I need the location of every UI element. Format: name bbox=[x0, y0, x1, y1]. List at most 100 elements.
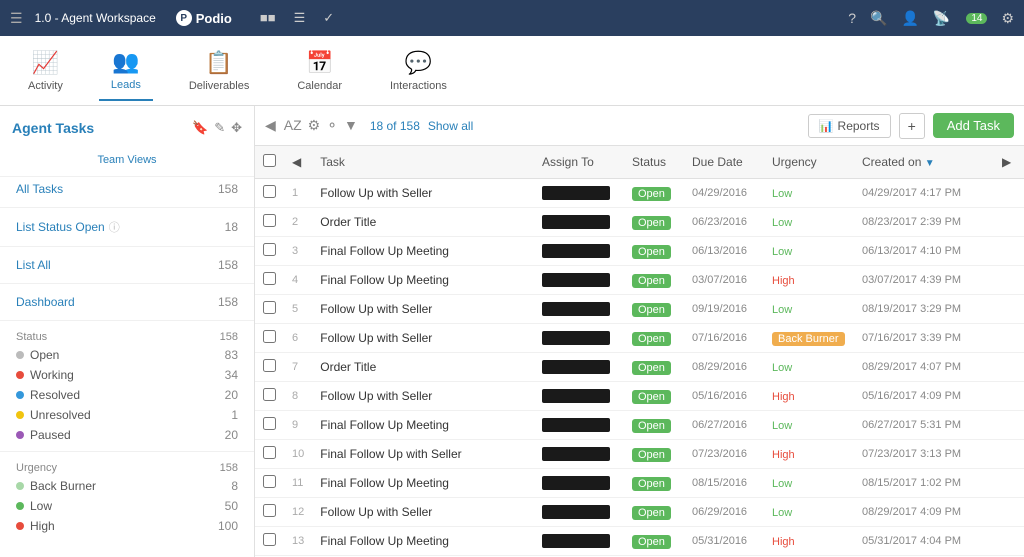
show-all-link[interactable]: Show all bbox=[428, 119, 473, 133]
row-task[interactable]: Final Follow Up Meeting bbox=[312, 266, 534, 295]
row-checkbox[interactable] bbox=[263, 504, 276, 517]
th-prev[interactable]: ◀ bbox=[284, 146, 312, 179]
nav-icon-check[interactable]: ✓ bbox=[323, 10, 334, 26]
nav-activity[interactable]: 📈 Activity bbox=[16, 42, 75, 100]
th-task[interactable]: Task bbox=[312, 146, 534, 179]
reports-icon: 📊 bbox=[819, 119, 834, 133]
row-task[interactable]: Final Follow Up Meeting bbox=[312, 527, 534, 556]
sidebar-edit-icon[interactable]: ✎ bbox=[214, 120, 225, 136]
notif-count[interactable]: 14 bbox=[966, 13, 987, 24]
row-task[interactable]: Order Title bbox=[312, 208, 534, 237]
status-unresolved-item[interactable]: Unresolved 1 bbox=[0, 405, 254, 425]
row-task[interactable]: Follow Up with Seller bbox=[312, 179, 534, 208]
filter-icon[interactable]: ⚬ bbox=[326, 117, 338, 134]
assign-bar bbox=[542, 447, 610, 461]
nav-calendar[interactable]: 📅 Calendar bbox=[285, 42, 354, 100]
row-checkbox[interactable] bbox=[263, 359, 276, 372]
help-icon[interactable]: ? bbox=[848, 10, 856, 26]
sidebar-expand-icon[interactable]: ✥ bbox=[231, 120, 242, 136]
row-task[interactable]: Order Title bbox=[312, 353, 534, 382]
low-count: 50 bbox=[225, 499, 238, 513]
urgency-low-item[interactable]: Low 50 bbox=[0, 496, 254, 516]
row-checkbox[interactable] bbox=[263, 214, 276, 227]
filter2-icon[interactable]: ▼ bbox=[344, 117, 358, 134]
prev-icon[interactable]: ◀ bbox=[292, 155, 301, 169]
sidebar-item-dashboard[interactable]: Dashboard 158 bbox=[0, 290, 254, 314]
reports-button[interactable]: 📊 Reports bbox=[808, 114, 891, 138]
nav-interactions[interactable]: 💬 Interactions bbox=[378, 42, 459, 100]
row-checkbox[interactable] bbox=[263, 301, 276, 314]
th-urgency[interactable]: Urgency bbox=[764, 146, 854, 179]
row-checkbox[interactable] bbox=[263, 330, 276, 343]
high-count: 100 bbox=[218, 519, 238, 533]
row-task[interactable]: Follow Up with Seller bbox=[312, 382, 534, 411]
sidebar-item-list-status-open[interactable]: List Status Open ⓘ 18 bbox=[0, 214, 254, 240]
row-urgency: Low bbox=[764, 295, 854, 324]
sidebar-item-all-tasks[interactable]: All Tasks 158 bbox=[0, 177, 254, 201]
row-task[interactable]: Follow Up with Seller bbox=[312, 295, 534, 324]
row-checkbox[interactable] bbox=[263, 475, 276, 488]
row-task[interactable]: Final Follow Up with Seller bbox=[312, 440, 534, 469]
add-task-button[interactable]: Add Task bbox=[933, 113, 1014, 138]
row-assign bbox=[534, 208, 624, 237]
row-checkbox[interactable] bbox=[263, 185, 276, 198]
th-created-on[interactable]: Created on ▼ bbox=[854, 146, 994, 179]
sort-az-icon[interactable]: AZ bbox=[284, 117, 302, 134]
status-working-item[interactable]: Working 34 bbox=[0, 365, 254, 385]
row-num: 4 bbox=[284, 266, 312, 295]
search-icon[interactable]: 🔍 bbox=[870, 10, 887, 27]
row-check-cell bbox=[255, 382, 284, 411]
content-toolbar: ◀ AZ ⚙ ⚬ ▼ 18 of 158 Show all 📊 Reports … bbox=[255, 106, 1024, 146]
urgency-backburner-item[interactable]: Back Burner 8 bbox=[0, 476, 254, 496]
status-group-count: 158 bbox=[220, 331, 238, 343]
table-row: 3 Final Follow Up Meeting Open 06/13/201… bbox=[255, 237, 1024, 266]
row-assign bbox=[534, 353, 624, 382]
podio-label: Podio bbox=[196, 11, 232, 26]
th-due-date[interactable]: Due Date bbox=[684, 146, 764, 179]
settings-gear-icon[interactable]: ⚙ bbox=[308, 117, 321, 134]
status-open-badge: Open bbox=[632, 332, 671, 346]
user-icon[interactable]: 👤 bbox=[901, 10, 918, 27]
sidebar-bookmark-icon[interactable]: 🔖 bbox=[192, 120, 208, 136]
settings-icon[interactable]: ⚙ bbox=[1001, 10, 1014, 27]
row-task[interactable]: Final Follow Up Meeting bbox=[312, 237, 534, 266]
row-task[interactable]: Final Follow Up Meeting bbox=[312, 411, 534, 440]
row-actions bbox=[994, 353, 1024, 382]
divider-3 bbox=[0, 283, 254, 284]
status-resolved-item[interactable]: Resolved 20 bbox=[0, 385, 254, 405]
hamburger-icon[interactable]: ☰ bbox=[10, 10, 23, 27]
nav-leads-label: Leads bbox=[111, 79, 141, 91]
row-checkbox[interactable] bbox=[263, 446, 276, 459]
nav-icon-list[interactable]: ☰ bbox=[294, 10, 306, 26]
row-task[interactable]: Follow Up with Seller bbox=[312, 498, 534, 527]
urgency-high-item[interactable]: High 100 bbox=[0, 516, 254, 536]
collapse-sidebar-icon[interactable]: ◀ bbox=[265, 117, 276, 134]
assign-bar bbox=[542, 331, 610, 345]
row-due-date: 08/15/2016 bbox=[684, 469, 764, 498]
th-status[interactable]: Status bbox=[624, 146, 684, 179]
divider-2 bbox=[0, 246, 254, 247]
th-next[interactable]: ▶ bbox=[994, 146, 1024, 179]
sidebar-item-list-all[interactable]: List All 158 bbox=[0, 253, 254, 277]
row-checkbox[interactable] bbox=[263, 243, 276, 256]
next-icon[interactable]: ▶ bbox=[1002, 155, 1011, 169]
row-checkbox[interactable] bbox=[263, 417, 276, 430]
status-paused-item[interactable]: Paused 20 bbox=[0, 425, 254, 445]
plus-button[interactable]: + bbox=[899, 113, 925, 139]
interactions-icon: 💬 bbox=[405, 50, 432, 76]
urgency-low-badge: Low bbox=[772, 246, 792, 258]
nav-leads[interactable]: 👥 Leads bbox=[99, 41, 153, 101]
row-checkbox[interactable] bbox=[263, 272, 276, 285]
row-checkbox[interactable] bbox=[263, 388, 276, 401]
status-open-item[interactable]: Open 83 bbox=[0, 345, 254, 365]
row-status: Open bbox=[624, 324, 684, 353]
row-checkbox[interactable] bbox=[263, 533, 276, 546]
row-task[interactable]: Follow Up with Seller bbox=[312, 324, 534, 353]
row-task[interactable]: Final Follow Up Meeting bbox=[312, 469, 534, 498]
paused-dot bbox=[16, 431, 24, 439]
select-all-checkbox[interactable] bbox=[263, 154, 276, 167]
nav-deliverables[interactable]: 📋 Deliverables bbox=[177, 42, 262, 100]
th-assign[interactable]: Assign To bbox=[534, 146, 624, 179]
stream-icon[interactable]: 📡 bbox=[933, 10, 950, 27]
nav-icon-grid[interactable]: ■■ bbox=[260, 10, 276, 26]
